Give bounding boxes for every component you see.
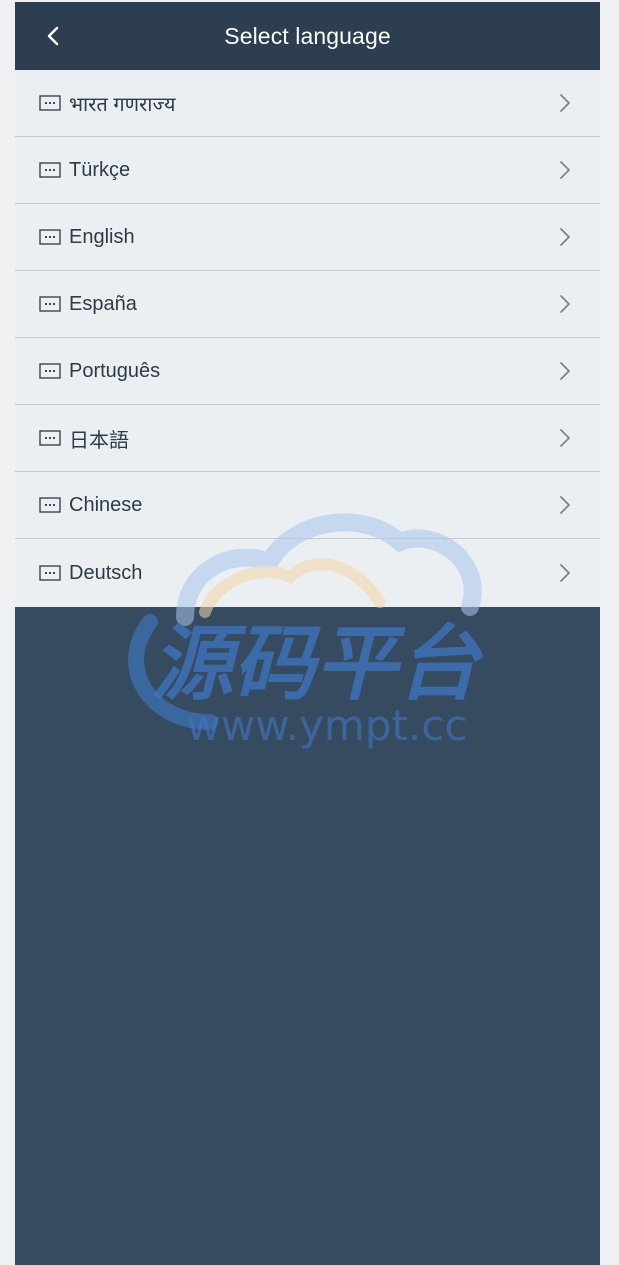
keyboard-icon xyxy=(39,296,61,312)
chevron-right-icon xyxy=(560,429,570,447)
language-label: Chinese xyxy=(69,493,143,516)
language-label: Türkçe xyxy=(69,158,131,181)
chevron-right-icon xyxy=(560,564,570,582)
app-screen: Select language भारत गणराज्य Türkçe Engl… xyxy=(15,2,600,1265)
watermark-url-text: www.ympt.cc xyxy=(187,701,468,750)
watermark-logo-text: 源码平台 xyxy=(151,617,484,712)
keyboard-icon xyxy=(39,162,61,178)
chevron-left-icon xyxy=(47,26,59,46)
keyboard-icon xyxy=(39,95,61,111)
keyboard-icon xyxy=(39,229,61,245)
keyboard-icon xyxy=(39,497,61,513)
language-item-english[interactable]: English xyxy=(15,204,600,271)
keyboard-icon xyxy=(39,430,61,446)
language-item-spanish[interactable]: España xyxy=(15,271,600,338)
language-list: भारत गणराज्य Türkçe English España Portu… xyxy=(15,70,600,607)
language-item-turkish[interactable]: Türkçe xyxy=(15,137,600,204)
chevron-right-icon xyxy=(560,94,570,112)
chevron-right-icon xyxy=(560,496,570,514)
language-item-chinese[interactable]: Chinese xyxy=(15,472,600,539)
top-bar: Select language xyxy=(15,2,600,70)
language-label: 日本語 xyxy=(69,429,129,452)
language-label: España xyxy=(69,292,137,315)
language-label: English xyxy=(69,225,135,248)
keyboard-icon xyxy=(39,363,61,379)
back-button[interactable] xyxy=(37,20,69,52)
chevron-right-icon xyxy=(560,362,570,380)
chevron-right-icon xyxy=(560,295,570,313)
language-label: Português xyxy=(69,359,161,382)
language-label: भारत गणराज्य xyxy=(69,93,176,116)
language-item-hindi[interactable]: भारत गणराज्य xyxy=(15,70,600,137)
language-item-japanese[interactable]: 日本語 xyxy=(15,405,600,472)
language-item-portuguese[interactable]: Português xyxy=(15,338,600,405)
chevron-right-icon xyxy=(560,228,570,246)
page-title: Select language xyxy=(224,22,391,49)
keyboard-icon xyxy=(39,565,61,581)
chevron-right-icon xyxy=(560,161,570,179)
language-label: Deutsch xyxy=(69,561,143,584)
language-item-german[interactable]: Deutsch xyxy=(15,539,600,607)
